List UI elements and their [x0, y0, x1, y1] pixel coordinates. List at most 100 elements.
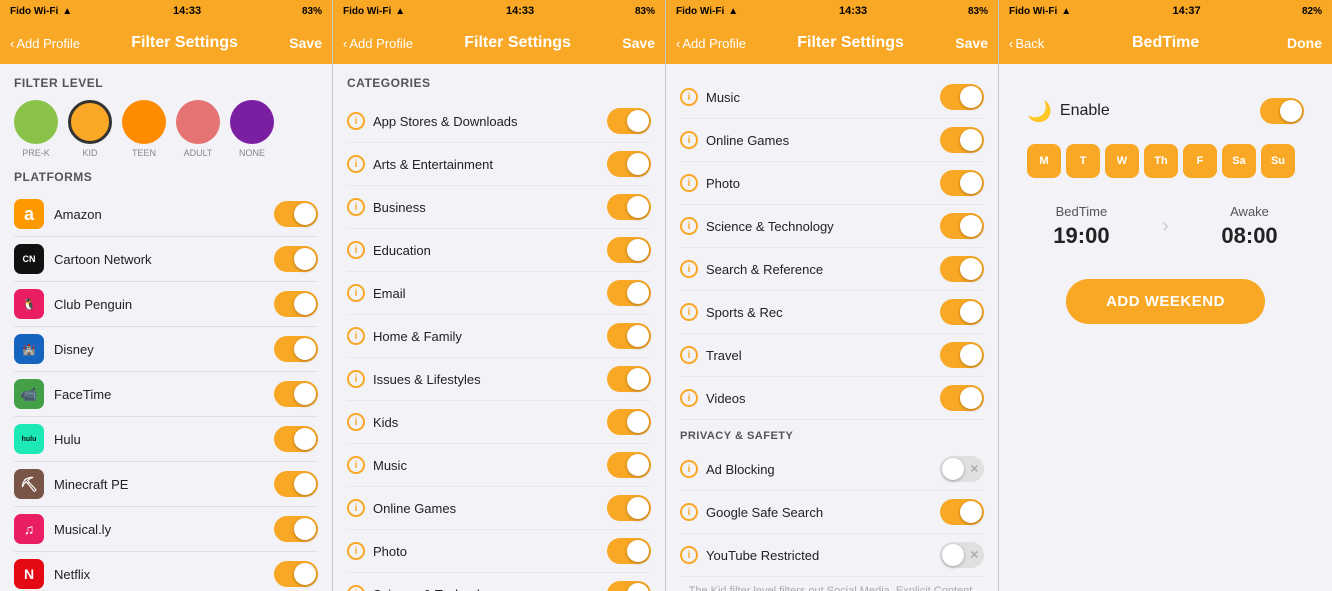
platform-left-cartoon: CN Cartoon Network: [14, 244, 152, 274]
filter-teen[interactable]: TEEN: [122, 100, 166, 158]
toggle-onlinegames[interactable]: [607, 495, 651, 521]
info-icon-business[interactable]: i: [347, 198, 365, 216]
day-btn-th[interactable]: Th: [1144, 144, 1178, 178]
toggle-scitech[interactable]: [607, 581, 651, 591]
info-icon-photo[interactable]: i: [347, 542, 365, 560]
platform-left-disney: 🏰 Disney: [14, 334, 94, 364]
info-icon-scitech[interactable]: i: [347, 585, 365, 591]
info-icon-adblocking[interactable]: i: [680, 460, 698, 478]
day-btn-sa[interactable]: Sa: [1222, 144, 1256, 178]
toggle-clubpenguin[interactable]: [274, 291, 318, 317]
save-btn-1[interactable]: Save: [289, 35, 322, 51]
toggle-googlesafe[interactable]: [940, 499, 984, 525]
info-icon-email[interactable]: i: [347, 284, 365, 302]
save-btn-2[interactable]: Save: [622, 35, 655, 51]
cat-name-email: Email: [373, 286, 406, 301]
done-btn-4[interactable]: Done: [1287, 35, 1322, 51]
info-icon-appstores[interactable]: i: [347, 112, 365, 130]
info-icon-arts[interactable]: i: [347, 155, 365, 173]
toggle-appstores[interactable]: [607, 108, 651, 134]
toggle-photo3[interactable]: [940, 170, 984, 196]
toggle-kids[interactable]: [607, 409, 651, 435]
toggle-arts[interactable]: [607, 151, 651, 177]
toggle-email[interactable]: [607, 280, 651, 306]
filter-prek[interactable]: PRE-K: [14, 100, 58, 158]
toggle-disney[interactable]: [274, 336, 318, 362]
add-weekend-button[interactable]: ADD WEEKEND: [1066, 279, 1265, 324]
info-icon-scitech3[interactable]: i: [680, 217, 698, 235]
info-icon-sportsrec3[interactable]: i: [680, 303, 698, 321]
day-btn-su[interactable]: Su: [1261, 144, 1295, 178]
day-btn-m[interactable]: M: [1027, 144, 1061, 178]
toggle-scitech3[interactable]: [940, 213, 984, 239]
toggle-sportsrec3[interactable]: [940, 299, 984, 325]
info-icon-homefamily[interactable]: i: [347, 327, 365, 345]
toggle-music[interactable]: [607, 452, 651, 478]
toggle-education[interactable]: [607, 237, 651, 263]
icon-netflix: N: [14, 559, 44, 589]
toggle-issues[interactable]: [607, 366, 651, 392]
toggle-musically[interactable]: [274, 516, 318, 542]
cat-name-adblocking: Ad Blocking: [706, 462, 775, 477]
toggle-minecraft[interactable]: [274, 471, 318, 497]
toggle-netflix[interactable]: [274, 561, 318, 587]
info-icon-googlesafe[interactable]: i: [680, 503, 698, 521]
info-icon-onlinegames[interactable]: i: [347, 499, 365, 517]
status-left-1: Fido Wi-Fi ▲: [10, 6, 72, 17]
info-icon-travel3[interactable]: i: [680, 346, 698, 364]
platform-row-hulu: hulu Hulu: [14, 417, 318, 462]
x-mark-youtuberest: ✕: [970, 549, 979, 562]
back-label-1: Add Profile: [16, 36, 80, 51]
toggle-homefamily[interactable]: [607, 323, 651, 349]
info-icon-issues[interactable]: i: [347, 370, 365, 388]
cat-left-scitech3: i Science & Technology: [680, 217, 834, 235]
label-adult: ADULT: [184, 148, 213, 158]
toggle-adblocking[interactable]: ✕: [940, 456, 984, 482]
back-btn-2[interactable]: ‹ Add Profile: [343, 36, 413, 51]
back-btn-3[interactable]: ‹ Add Profile: [676, 36, 746, 51]
cat-left-photo: i Photo: [347, 542, 407, 560]
name-facetime: FaceTime: [54, 387, 111, 402]
awake-block: Awake 08:00: [1221, 204, 1277, 249]
info-icon-kids[interactable]: i: [347, 413, 365, 431]
cat-left-music: i Music: [347, 456, 407, 474]
toggle-facetime[interactable]: [274, 381, 318, 407]
info-icon-education[interactable]: i: [347, 241, 365, 259]
day-btn-t[interactable]: T: [1066, 144, 1100, 178]
toggle-enable-bedtime[interactable]: [1260, 98, 1304, 124]
cat-left-travel3: i Travel: [680, 346, 742, 364]
back-btn-1[interactable]: ‹ Add Profile: [10, 36, 80, 51]
toggle-music3[interactable]: [940, 84, 984, 110]
time-4: 14:37: [1172, 5, 1200, 17]
nav-bar-4: ‹ Back BedTime Done: [999, 22, 1332, 64]
filter-kid[interactable]: KID: [68, 100, 112, 158]
back-chevron-3: ‹: [676, 36, 680, 51]
toggle-hulu[interactable]: [274, 426, 318, 452]
toggle-searchref3[interactable]: [940, 256, 984, 282]
toggle-cartoon[interactable]: [274, 246, 318, 272]
info-icon-searchref3[interactable]: i: [680, 260, 698, 278]
toggle-travel3[interactable]: [940, 342, 984, 368]
day-btn-f[interactable]: F: [1183, 144, 1217, 178]
toggle-photo[interactable]: [607, 538, 651, 564]
toggle-amazon[interactable]: [274, 201, 318, 227]
filter-adult[interactable]: ADULT: [176, 100, 220, 158]
toggle-videos3[interactable]: [940, 385, 984, 411]
cat-row-searchref3: i Search & Reference: [680, 248, 984, 291]
info-icon-music[interactable]: i: [347, 456, 365, 474]
toggle-onlinegames3[interactable]: [940, 127, 984, 153]
toggle-youtuberest[interactable]: ✕: [940, 542, 984, 568]
moon-icon: 🌙: [1027, 99, 1052, 124]
info-icon-youtuberest[interactable]: i: [680, 546, 698, 564]
info-icon-videos3[interactable]: i: [680, 389, 698, 407]
bedtime-times: BedTime 19:00 › Awake 08:00: [1027, 194, 1304, 259]
info-icon-onlinegames3[interactable]: i: [680, 131, 698, 149]
toggle-business[interactable]: [607, 194, 651, 220]
back-btn-4[interactable]: ‹ Back: [1009, 36, 1044, 51]
save-btn-3[interactable]: Save: [955, 35, 988, 51]
battery-3: 83%: [968, 6, 988, 17]
filter-none[interactable]: NONE: [230, 100, 274, 158]
day-btn-w[interactable]: W: [1105, 144, 1139, 178]
info-icon-photo3[interactable]: i: [680, 174, 698, 192]
info-icon-music3[interactable]: i: [680, 88, 698, 106]
